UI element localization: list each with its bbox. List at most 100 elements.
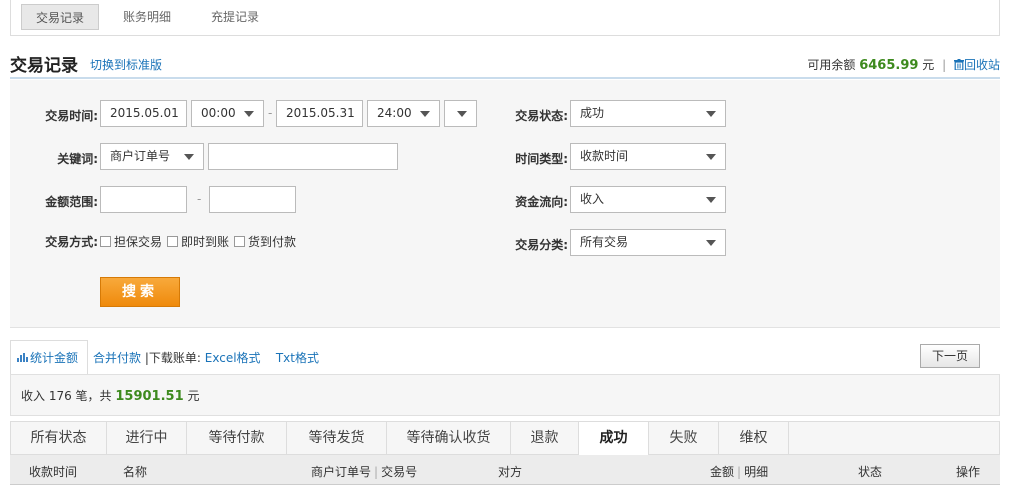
chevron-down-icon [420,111,430,117]
keyword-type-select[interactable]: 商户订单号 [100,143,204,170]
status-tab-failed[interactable]: 失败 [649,422,719,455]
title-row: 交易记录 切换到标准版 可用余额 6465.99 元 | 回收站 [10,45,1000,79]
switch-standard-version-link[interactable]: 切换到标准版 [90,56,162,73]
col-header-order-trade: 商户订单号 | 交易号 [311,463,417,480]
page-title: 交易记录 [10,56,78,76]
start-date-input[interactable]: 2015.05.01 [100,100,187,127]
quick-range-select[interactable] [444,100,477,127]
instant-checkbox-label: 即时到账 [181,235,230,249]
escrow-checkbox[interactable]: 担保交易 [100,233,162,250]
keyword-input[interactable] [208,143,398,170]
cod-checkbox-label: 货到付款 [248,235,297,249]
summary-amount: 15901.51 [115,389,184,404]
tab-account-details[interactable]: 账务明细 [109,4,185,30]
status-tab-success[interactable]: 成功 [579,422,649,456]
time-type-select[interactable]: 收款时间 [570,143,726,170]
fund-flow-label: 资金流向: [515,195,568,209]
amount-max-input[interactable] [209,186,296,213]
excel-download-link[interactable]: Excel格式 [205,351,261,365]
chevron-down-icon [706,240,716,246]
summary-prefix: 收入 176 笔，共 [21,389,112,403]
recycle-bin-link[interactable]: 回收站 [953,58,1000,72]
chevron-down-icon [706,111,716,117]
stat-amount-label: 统计金额 [30,351,79,365]
keyword-label: 关键词: [57,152,98,166]
stats-toolbar: 统计金额 合并付款 |下载账单: Excel格式 Txt格式 下一页 [10,340,1000,374]
col-header-amount-detail: 金额 | 明细 [710,463,768,480]
income-summary: 收入 176 笔，共 15901.51 元 [10,374,1000,416]
top-tab-bar: 交易记录 账务明细 充提记录 [10,0,1000,36]
tab-deposit-withdraw-records[interactable]: 充提记录 [197,4,273,30]
col-header-amount: 金额 [710,465,735,479]
tab-transaction-records[interactable]: 交易记录 [21,4,100,30]
amount-range-label: 金额范围: [45,195,98,209]
next-page-button[interactable]: 下一页 [920,344,980,368]
trade-status-select[interactable]: 成功 [570,100,726,127]
balance-area: 可用余额 6465.99 元 | 回收站 [807,56,1000,73]
balance-separator: | [942,58,947,72]
checkbox-box [167,236,178,247]
instant-checkbox[interactable]: 即时到账 [167,233,229,250]
status-tab-refund[interactable]: 退款 [511,422,579,455]
table-header: 收款时间 名称 商户订单号 | 交易号 对方 金额 | 明细 状态 操作 [10,455,1000,485]
trade-category-select[interactable]: 所有交易 [570,229,726,256]
checkbox-box [234,236,245,247]
amount-min-input[interactable] [100,186,187,213]
status-tab-awaiting-shipment[interactable]: 等待发货 [287,422,387,455]
trade-category-label: 交易分类: [515,238,568,252]
stats-links: 合并付款 |下载账单: Excel格式 Txt格式 [93,349,319,366]
col-header-status: 状态 [858,465,883,479]
keyword-type-value: 商户订单号 [110,149,171,163]
status-tab-in-progress[interactable]: 进行中 [107,422,187,455]
end-date-input[interactable]: 2015.05.31 [276,100,363,127]
col-header-pipe: | [374,465,379,479]
status-tab-awaiting-receipt[interactable]: 等待确认收货 [387,422,511,455]
checkbox-box [100,236,111,247]
chevron-down-icon [244,111,254,117]
col-header-time: 收款时间 [29,465,78,479]
status-tab-awaiting-payment[interactable]: 等待付款 [187,422,287,455]
amount-range-dash: - [197,192,202,206]
stat-amount-tab[interactable]: 统计金额 [10,340,88,374]
col-header-order-no: 商户订单号 [311,465,372,479]
balance-amount: 6465.99 [859,58,919,73]
trash-icon [953,59,964,71]
fund-flow-select[interactable]: 收入 [570,186,726,213]
cod-checkbox[interactable]: 货到付款 [234,233,296,250]
start-time-value: 00:00 [201,106,236,120]
trade-status-label: 交易状态: [515,109,568,123]
col-header-name: 名称 [123,465,148,479]
trade-method-label: 交易方式: [45,235,98,249]
summary-unit: 元 [187,389,200,403]
status-tab-bar: 所有状态 进行中 等待付款 等待发货 等待确认收货 退款 成功 失败 维权 [10,421,1000,456]
trade-category-value: 所有交易 [580,235,629,249]
bar-chart-icon [17,353,28,362]
col-header-trade-no: 交易号 [381,465,418,479]
balance-unit: 元 [922,58,935,72]
escrow-checkbox-label: 担保交易 [114,235,163,249]
recycle-bin-label: 回收站 [963,58,1000,72]
col-header-action: 操作 [956,465,981,479]
chevron-down-icon [457,111,467,117]
start-time-select[interactable]: 00:00 [191,100,264,127]
time-type-label: 时间类型: [515,152,568,166]
txt-download-link[interactable]: Txt格式 [276,351,319,365]
end-time-select[interactable]: 24:00 [367,100,440,127]
time-range-dash: - [268,106,273,120]
chevron-down-icon [706,197,716,203]
search-button[interactable]: 搜索 [100,277,180,307]
time-type-value: 收款时间 [580,149,629,163]
col-header-pipe: | [737,465,742,479]
end-time-value: 24:00 [377,106,412,120]
filter-panel: 交易时间: 2015.05.01 00:00 - 2015.05.31 24:0… [10,80,1000,328]
chevron-down-icon [184,154,194,160]
chevron-down-icon [706,154,716,160]
merge-payment-link[interactable]: 合并付款 [93,351,141,365]
col-header-party: 对方 [498,465,523,479]
status-tab-dispute[interactable]: 维权 [719,422,789,455]
col-header-detail: 明细 [744,465,769,479]
balance-label: 可用余额 [807,58,856,72]
trade-status-value: 成功 [580,106,605,120]
status-tab-all[interactable]: 所有状态 [11,422,107,455]
download-bill-label: |下载账单: [144,351,201,365]
